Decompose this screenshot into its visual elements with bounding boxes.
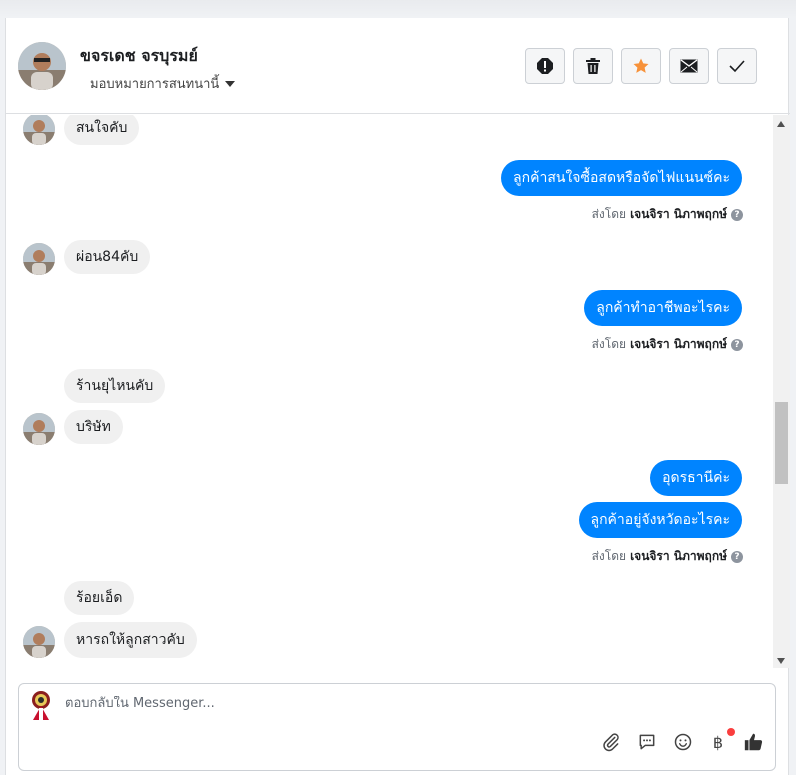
contact-avatar-small [23,413,55,445]
contact-avatar[interactable] [18,42,66,90]
alert-icon [537,58,553,74]
sender-name[interactable]: เจนจิรา นิภาพฤกษ์ [630,335,727,354]
incoming-message[interactable]: ร้อยเอ็ด [64,581,135,615]
scrollbar-thumb[interactable] [775,402,788,484]
notification-dot [727,728,735,736]
message-thread[interactable]: สนใจคับ ลูกค้าสนใจซื้อสดหรือจัดไฟแนนซ์คะ… [6,115,773,668]
spam-button[interactable] [525,48,565,84]
emoji-icon[interactable] [671,730,695,754]
sent-by-prefix: ส่งโดย [591,549,627,563]
sent-by-prefix: ส่งโดย [591,337,627,351]
contact-avatar-small [23,243,55,275]
thumbs-up-icon[interactable] [742,730,766,754]
outgoing-message[interactable]: อุดรธานีค่ะ [650,460,742,496]
saved-replies-icon[interactable] [635,730,659,754]
incoming-message[interactable]: ร้านยุไหนคับ [64,369,166,403]
star-icon [633,58,649,73]
incoming-message[interactable]: สนใจคับ [64,115,140,145]
contact-name[interactable]: ขจรเดช จรบุรมย์ [80,44,198,69]
outgoing-message[interactable]: ลูกค้าอยู่จังหวัดอะไรคะ [578,502,742,538]
conversation-header: ขจรเดช จรบุรมย์ มอบหมายการสนทนานี้ [6,18,790,114]
envelope-icon [680,59,698,73]
help-icon[interactable]: ? [731,550,743,563]
page-avatar [27,690,55,720]
help-icon[interactable]: ? [731,338,743,351]
mark-done-button[interactable] [717,48,757,84]
contact-avatar-small [23,626,55,658]
mark-unread-button[interactable] [669,48,709,84]
attach-icon[interactable] [599,730,623,754]
conversation-panel: ขจรเดช จรบุรมย์ มอบหมายการสนทนานี้ สนใจค… [5,18,790,775]
check-icon [729,60,745,73]
sent-by-label: ส่งโดย เจนจิรา นิภาพฤกษ์ ? [592,547,743,566]
delete-button[interactable] [573,48,613,84]
follow-up-button[interactable] [621,48,661,84]
incoming-message[interactable]: ผ่อน84คับ [64,240,151,274]
trash-icon [586,58,600,74]
assign-label: มอบหมายการสนทนานี้ [90,77,220,92]
incoming-message[interactable]: หารถให้ลูกสาวคับ [64,622,197,658]
scroll-down-arrow[interactable] [777,658,785,664]
assign-conversation-dropdown[interactable]: มอบหมายการสนทนานี้ [90,73,236,94]
contact-avatar-small [23,115,55,145]
incoming-message[interactable]: บริษัท [64,410,123,444]
outgoing-message[interactable]: ลูกค้าทำอาชีพอะไรคะ [584,290,742,326]
sent-by-prefix: ส่งโดย [591,207,627,221]
help-icon[interactable]: ? [731,208,743,221]
reply-composer: ฿ [18,683,776,771]
scroll-up-arrow[interactable] [777,121,785,127]
sent-by-label: ส่งโดย เจนจิรา นิภาพฤกษ์ ? [592,335,743,354]
window-top-strip [0,0,796,18]
caret-down-icon [225,80,236,87]
outgoing-message[interactable]: ลูกค้าสนใจซื้อสดหรือจัดไฟแนนซ์คะ [501,160,742,196]
sent-by-label: ส่งโดย เจนจิรา นิภาพฤกษ์ ? [592,205,743,224]
thread-scrollbar[interactable] [773,115,790,668]
sender-name[interactable]: เจนจิรา นิภาพฤกษ์ [630,547,727,566]
sender-name[interactable]: เจนจิรา นิภาพฤกษ์ [630,205,727,224]
reply-input[interactable] [65,696,665,711]
